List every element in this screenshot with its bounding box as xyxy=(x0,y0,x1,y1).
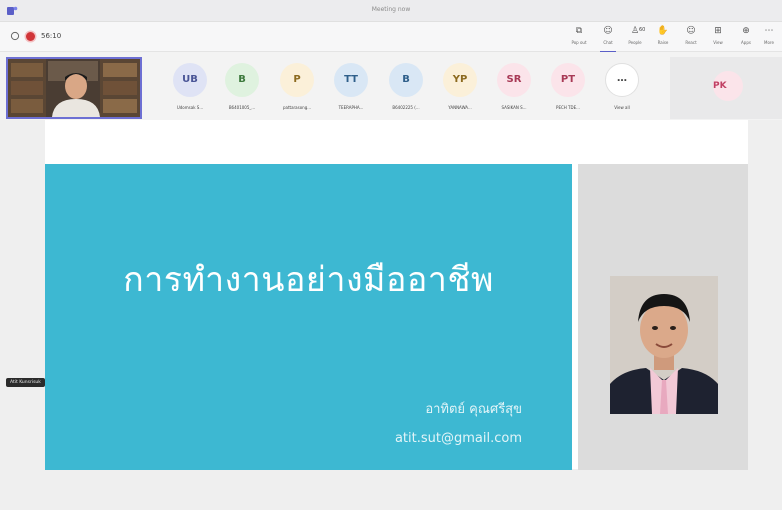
react-button[interactable]: ☺ React xyxy=(678,25,704,51)
view-all-button[interactable]: … View all xyxy=(594,63,650,119)
slide-presenter-name: อาทิตย์ คุณศรีสุข xyxy=(425,402,522,417)
meeting-toolbar: 56:10 ⧉ Pop out ☺ Chat ♙ 60 People ✋ Rai… xyxy=(0,22,782,52)
slide-email: atit.sut@gmail.com xyxy=(394,431,522,446)
participant-name: pattarasong... xyxy=(282,105,312,110)
view-icon: ⊞ xyxy=(714,26,722,36)
presenter-video[interactable] xyxy=(6,57,142,119)
view-button[interactable]: ⊞ View xyxy=(705,25,731,51)
react-icon: ☺ xyxy=(686,26,696,36)
presenter-photo-image xyxy=(610,276,718,414)
people-button[interactable]: ♙ 60 People xyxy=(622,25,648,51)
pinned-avatar: PK xyxy=(713,71,743,101)
participant-avatar: B xyxy=(225,63,259,97)
popout-button[interactable]: ⧉ Pop out xyxy=(566,25,592,51)
participant-avatar: P xyxy=(280,63,314,97)
title-bar: Meeting now xyxy=(0,0,782,22)
participant-tile[interactable]: PT PECH TDE... xyxy=(540,63,596,119)
slide-title: การทำงานอย่างมืออาชีพ xyxy=(123,260,494,300)
more-button[interactable]: ⋯ More xyxy=(756,25,782,51)
participant-name: YANNAWA... xyxy=(448,105,472,110)
participant-avatar: UB xyxy=(173,63,207,97)
participant-tile[interactable]: YP YANNAWA... xyxy=(432,63,488,119)
popout-icon: ⧉ xyxy=(575,26,583,36)
participant-tile[interactable]: TT TEERAPHA... xyxy=(323,63,379,119)
participant-avatar: SR xyxy=(497,63,531,97)
participant-name: Udomsak S... xyxy=(176,105,204,110)
recording-icon xyxy=(26,32,35,41)
participant-tile[interactable]: SR SASIKAN S... xyxy=(486,63,542,119)
window-title: Meeting now xyxy=(371,6,411,13)
shared-content-area: การทำงานอย่างมืออาชีพ อาทิตย์ คุณศรีสุข … xyxy=(0,120,782,510)
participant-name: TEERAPHA... xyxy=(338,105,364,110)
more-icon: ⋯ xyxy=(764,26,774,36)
participant-strip: UB Udomsak S... B B6401005_... P pattara… xyxy=(0,52,782,120)
participant-tile[interactable]: B B6402225 (... xyxy=(378,63,434,119)
raise-hand-icon: ✋ xyxy=(657,26,669,36)
slide-title-panel: การทำงานอย่างมืออาชีพ อาทิตย์ คุณศรีสุข … xyxy=(45,164,572,470)
participant-name: B6402225 (... xyxy=(392,105,420,110)
raise-hand-button[interactable]: ✋ Raise xyxy=(650,25,676,51)
participant-avatar: YP xyxy=(443,63,477,97)
people-count: 60 xyxy=(639,27,646,33)
meeting-timer: 56:10 xyxy=(41,32,62,40)
participant-name: B6401005_... xyxy=(228,105,256,110)
participant-tile[interactable]: B B6401005_... xyxy=(214,63,270,119)
presenter-name-badge: Atit Kunsrisuk xyxy=(6,378,45,387)
meeting-window: Meeting now 56:10 ⧉ Pop out ☺ Chat ♙ 60 … xyxy=(0,0,782,510)
presenter-photo xyxy=(610,276,718,414)
participant-name: PECH TDE... xyxy=(556,105,580,110)
slide-top-margin xyxy=(45,120,748,162)
participant-name: SASIKAN S... xyxy=(501,105,527,110)
chat-button[interactable]: ☺ Chat xyxy=(595,25,621,52)
pinned-participant-tile[interactable]: PK xyxy=(670,57,782,119)
participant-avatar: TT xyxy=(334,63,368,97)
participant-avatar: PT xyxy=(551,63,585,97)
slide-photo-panel xyxy=(578,164,748,470)
more-participants-icon: … xyxy=(605,63,639,97)
participant-avatar: B xyxy=(389,63,423,97)
presenter-video-image xyxy=(8,59,140,117)
presentation-slide: การทำงานอย่างมืออาชีพ อาทิตย์ คุณศรีสุข … xyxy=(45,162,748,470)
shield-icon[interactable] xyxy=(10,31,20,41)
view-all-label: View all xyxy=(614,105,630,110)
participant-tile[interactable]: UB Udomsak S... xyxy=(162,63,218,119)
participant-tile[interactable]: P pattarasong... xyxy=(269,63,325,119)
chat-icon: ☺ xyxy=(603,26,613,36)
